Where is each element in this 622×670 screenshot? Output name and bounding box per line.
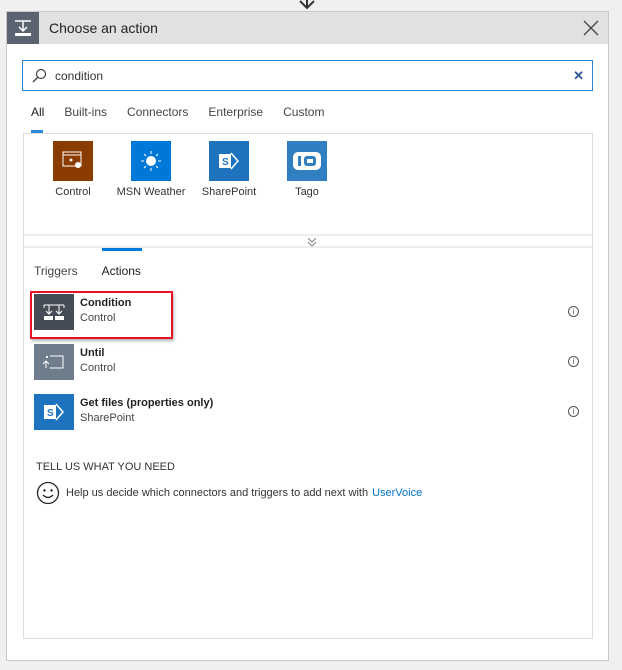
connector-label: MSN Weather [116, 186, 186, 198]
connector-msn-weather[interactable]: MSN Weather [112, 141, 190, 234]
close-icon[interactable] [582, 19, 600, 37]
sharepoint-icon: S [34, 394, 74, 430]
search-icon [32, 68, 47, 82]
sharepoint-icon: S [209, 141, 249, 181]
panel-title: Choose an action [49, 20, 158, 36]
smiley-icon [36, 481, 60, 505]
uservoice-link[interactable]: UserVoice [372, 487, 422, 499]
action-list: Condition Control i Until Control i S Get … [30, 291, 579, 444]
info-icon[interactable]: i [568, 356, 579, 367]
tab-connectors[interactable]: Connectors [127, 105, 188, 129]
search-box: ✕ [22, 60, 593, 91]
choose-action-panel: Choose an action ✕ All Built-ins Connect… [6, 11, 609, 661]
condition-icon [7, 12, 39, 44]
tab-enterprise[interactable]: Enterprise [208, 105, 263, 129]
control-icon [53, 141, 93, 181]
action-until[interactable]: Until Control i [34, 344, 579, 394]
feedback-heading: TELL US WHAT YOU NEED [36, 461, 175, 473]
result-tabs: Triggers Actions [34, 248, 142, 278]
action-title: Until [80, 347, 105, 359]
action-subtitle: Control [80, 362, 116, 374]
chevron-double-down-icon[interactable] [307, 237, 317, 247]
svg-text:S: S [222, 157, 229, 168]
connector-tago[interactable]: Tago [268, 141, 346, 234]
connector-control[interactable]: Control [34, 141, 112, 234]
action-condition[interactable]: Condition Control i [30, 291, 579, 344]
clear-icon[interactable]: ✕ [573, 68, 584, 84]
search-input[interactable] [53, 67, 574, 84]
tab-all[interactable]: All [31, 105, 44, 133]
category-tabs: All Built-ins Connectors Enterprise Cust… [31, 105, 324, 133]
info-icon[interactable]: i [568, 406, 579, 417]
connector-label: Tago [295, 186, 319, 198]
action-title: Get files (properties only) [80, 397, 214, 409]
until-icon [34, 344, 74, 380]
expand-bar[interactable] [24, 234, 592, 248]
tab-actions[interactable]: Actions [101, 248, 142, 278]
connector-label: Control [55, 186, 91, 198]
connector-sharepoint[interactable]: S SharePoint [190, 141, 268, 234]
connector-list: Control MSN Weather S SharePoint Tago [24, 134, 592, 234]
tago-icon [287, 141, 327, 181]
panel-header: Choose an action [7, 12, 608, 44]
highlight-outline [30, 291, 173, 339]
results-box: Control MSN Weather S SharePoint Tago Tr… [23, 133, 593, 639]
action-get-files[interactable]: S Get files (properties only) SharePoint … [34, 394, 579, 444]
sun-icon [131, 141, 171, 181]
feedback-row: Help us decide which connectors and trig… [36, 481, 422, 505]
tab-built-ins[interactable]: Built-ins [64, 105, 107, 129]
arrow-down-icon [299, 0, 315, 10]
tab-triggers[interactable]: Triggers [34, 264, 78, 278]
svg-text:S: S [47, 408, 54, 419]
action-subtitle: SharePoint [80, 412, 135, 424]
feedback-text: Help us decide which connectors and trig… [66, 487, 369, 499]
info-icon[interactable]: i [568, 306, 579, 317]
tab-custom[interactable]: Custom [283, 105, 324, 129]
connector-label: SharePoint [201, 186, 257, 198]
